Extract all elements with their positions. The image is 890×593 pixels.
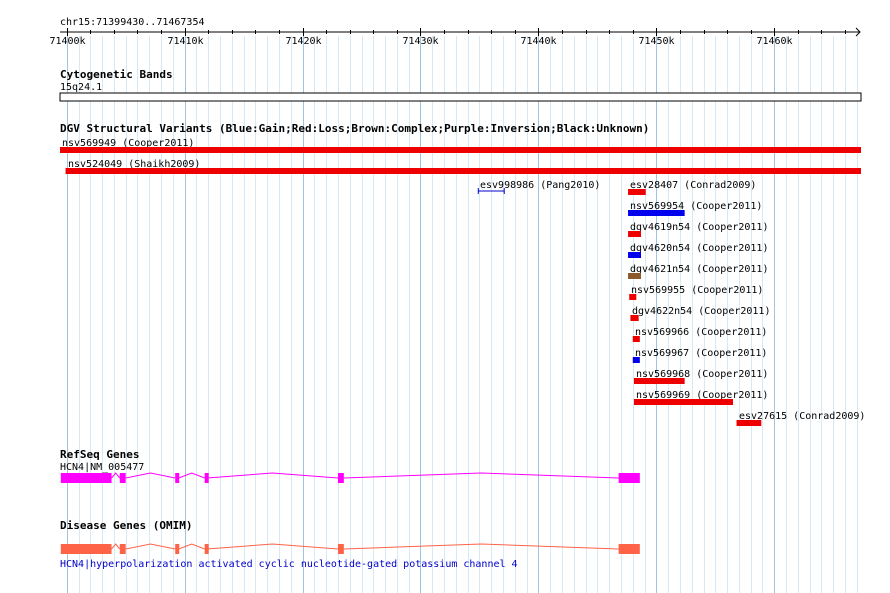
- dgv-feature-bar[interactable]: [628, 273, 642, 279]
- exon-block[interactable]: [119, 544, 126, 554]
- dgv-feature-label[interactable]: dgv4619n54 (Cooper2011): [630, 222, 768, 233]
- ruler-tick-label: 71430k: [402, 36, 438, 47]
- dgv-feature-label[interactable]: dgv4620n54 (Cooper2011): [630, 243, 768, 254]
- dgv-feature-bar[interactable]: [628, 252, 642, 258]
- dgv-feature-bar[interactable]: [630, 315, 639, 321]
- exon-block[interactable]: [60, 473, 112, 483]
- dgv-feature-bar[interactable]: [633, 378, 685, 384]
- intron-line: [178, 543, 205, 550]
- dgv-track-title: DGV Structural Variants (Blue:Gain;Red:L…: [60, 122, 649, 135]
- ruler-tick-label: 71440k: [520, 36, 556, 47]
- intron-line: [125, 472, 176, 479]
- intron-line: [125, 543, 176, 550]
- dgv-feature-bar[interactable]: [60, 147, 861, 153]
- ruler: chr15:71399430..71467354 71400k 71410k 714…: [49, 17, 861, 47]
- omim-track-title: Disease Genes (OMIM): [60, 519, 192, 532]
- exon-block[interactable]: [204, 544, 209, 554]
- dgv-feature-label[interactable]: nsv569955 (Cooper2011): [631, 285, 763, 296]
- dgv-feature-bar[interactable]: [633, 399, 734, 405]
- intron-line: [207, 472, 338, 479]
- ruler-tick-label: 71460k: [756, 36, 792, 47]
- dgv-feature-bar[interactable]: [628, 231, 642, 237]
- exon-block[interactable]: [60, 544, 112, 554]
- dgv-feature-bar[interactable]: [65, 168, 861, 174]
- genome-browser-panel: chr15:71399430..71467354 71400k 71410k 714…: [49, 17, 865, 593]
- omim-track: Disease Genes (OMIM) HCN4|hyperpolarizat…: [60, 519, 640, 570]
- location-label: chr15:71399430..71467354: [60, 17, 205, 28]
- exon-block[interactable]: [119, 473, 126, 483]
- dgv-feature-label[interactable]: esv998986 (Pang2010): [480, 180, 600, 191]
- cytoband-label: 15q24.1: [60, 82, 102, 93]
- refseq-gene-label[interactable]: HCN4|NM_005477: [60, 462, 144, 473]
- cytoband-track-title: Cytogenetic Bands: [60, 68, 173, 81]
- dgv-feature-bar[interactable]: [736, 420, 762, 426]
- dgv-feature-bar[interactable]: [632, 357, 640, 363]
- exon-block[interactable]: [337, 544, 344, 554]
- ruler-tick-label: 71450k: [638, 36, 674, 47]
- intron-line: [178, 472, 205, 479]
- dgv-feature-label[interactable]: esv28407 (Conrad2009): [630, 180, 756, 191]
- exon-block[interactable]: [618, 473, 640, 483]
- refseq-track-title: RefSeq Genes: [60, 448, 139, 461]
- intron-line: [111, 543, 121, 550]
- refseq-track: RefSeq Genes HCN4|NM_005477: [60, 448, 640, 483]
- dgv-feature-label[interactable]: nsv569967 (Cooper2011): [635, 348, 767, 359]
- exon-block[interactable]: [204, 473, 209, 483]
- dgv-feature-label[interactable]: dgv4622n54 (Cooper2011): [632, 306, 770, 317]
- exon-block[interactable]: [175, 544, 180, 554]
- exon-block[interactable]: [337, 473, 344, 483]
- exon-block[interactable]: [175, 473, 180, 483]
- dgv-features: nsv569949 (Cooper2011)nsv524049 (Shaikh2…: [60, 138, 865, 426]
- intron-line: [111, 472, 121, 479]
- cytoband-track: Cytogenetic Bands 15q24.1: [59, 68, 862, 102]
- exon-block[interactable]: [618, 544, 640, 554]
- dgv-feature-label[interactable]: nsv569966 (Cooper2011): [635, 327, 767, 338]
- ruler-tick-label: 71410k: [167, 36, 203, 47]
- dgv-feature-bar[interactable]: [632, 336, 640, 342]
- ruler-tick-label: 71420k: [285, 36, 321, 47]
- omim-gene-label[interactable]: HCN4|hyperpolarization activated cyclic …: [60, 559, 518, 570]
- dgv-feature-bar[interactable]: [628, 189, 646, 195]
- dgv-feature-bar[interactable]: [628, 210, 685, 216]
- intron-line: [207, 543, 338, 550]
- dgv-feature-bar[interactable]: [629, 294, 637, 300]
- cytoband-bar[interactable]: [59, 92, 862, 102]
- dgv-track: DGV Structural Variants (Blue:Gain;Red:L…: [60, 122, 865, 426]
- ruler-tick-label: 71400k: [49, 36, 85, 47]
- dgv-feature-label[interactable]: dgv4621n54 (Cooper2011): [630, 264, 768, 275]
- ruler-ticks: 71400k 71410k 71420k 71430k 71440k 71450k 7146…: [49, 28, 846, 47]
